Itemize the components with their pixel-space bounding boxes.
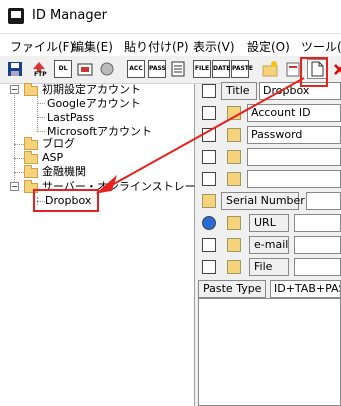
- email-field[interactable]: [294, 236, 341, 254]
- clipboard-icon[interactable]: [227, 128, 241, 142]
- download-label: DL: [58, 65, 68, 72]
- menu-bar: ファイル(F) 編集(E) 貼り付け(P) 表示(V) 設定(O) ツール(T: [0, 34, 341, 56]
- file-field-label: File: [249, 258, 289, 276]
- menu-paste[interactable]: 貼り付け(P): [124, 38, 189, 55]
- tree-node-asp[interactable]: ASP: [42, 151, 63, 165]
- password-label: PASS: [149, 65, 166, 72]
- clipboard-icon[interactable]: [227, 172, 241, 186]
- clipboard-icon[interactable]: [227, 150, 241, 164]
- entry-icon[interactable]: [169, 60, 187, 78]
- window-title: ID Manager: [32, 8, 107, 23]
- paste-type-label: Paste Type: [198, 280, 266, 298]
- account-label: ACC: [129, 65, 143, 72]
- tree-node-initial-accounts[interactable]: 初期設定アカウント: [42, 83, 141, 97]
- download-icon[interactable]: DL: [54, 60, 72, 78]
- paste-button[interactable]: PASTE: [231, 60, 253, 78]
- date-label: DATE: [213, 65, 231, 72]
- email-icon: [202, 238, 216, 252]
- file-field[interactable]: [294, 258, 341, 276]
- title-icon: [202, 84, 216, 98]
- card-icon: [202, 150, 216, 164]
- file-button[interactable]: FILE: [193, 60, 211, 78]
- folder-icon: [24, 165, 38, 178]
- tree-node-lastpass[interactable]: LastPass: [47, 111, 94, 125]
- folder-icon: [24, 83, 38, 96]
- ftp-upload-icon[interactable]: FTP: [30, 60, 48, 78]
- delete-icon[interactable]: [330, 60, 341, 78]
- card-icon: [202, 106, 216, 120]
- tree-line: [37, 103, 45, 104]
- title-field[interactable]: Dropbox: [259, 82, 341, 100]
- date-button[interactable]: DATE: [212, 60, 230, 78]
- globe-icon: [202, 216, 216, 230]
- title-label: Title: [221, 82, 257, 100]
- serial-number-field[interactable]: [306, 192, 341, 210]
- new-item-icon[interactable]: [284, 60, 302, 78]
- menu-view[interactable]: 表示(V): [193, 38, 235, 55]
- annotation-highlight-box: [33, 189, 99, 212]
- menu-file[interactable]: ファイル(F): [10, 38, 74, 55]
- password-field[interactable]: Password: [247, 126, 341, 144]
- menu-tools[interactable]: ツール(T: [301, 38, 341, 55]
- tree-node-finance[interactable]: 金融機関: [42, 165, 86, 179]
- new-entry-icon[interactable]: [307, 59, 327, 79]
- save-data-icon[interactable]: [76, 60, 94, 78]
- account-button[interactable]: ACC: [127, 60, 145, 78]
- save-icon[interactable]: [6, 60, 24, 78]
- collapse-icon[interactable]: −: [10, 182, 19, 191]
- custom-field-2[interactable]: [247, 170, 341, 188]
- menu-settings[interactable]: 設定(O): [247, 38, 290, 55]
- tree-node-google[interactable]: Googleアカウント: [47, 97, 141, 111]
- serial-number-label: Serial Number: [221, 192, 305, 210]
- card-icon: [202, 128, 216, 142]
- notes-textarea[interactable]: [198, 298, 341, 406]
- clipboard-icon[interactable]: [227, 216, 241, 230]
- menu-edit[interactable]: 編集(E): [72, 38, 113, 55]
- tree-line: [37, 131, 45, 132]
- ftp-label: FTP: [34, 71, 47, 78]
- tree-line: [14, 92, 15, 188]
- collapse-icon[interactable]: −: [10, 85, 19, 94]
- card-icon: [202, 172, 216, 186]
- toolbar: FTP DL ACC PASS FILE DATE PASTE: [0, 57, 341, 84]
- title-bar: ID Manager: [0, 0, 341, 34]
- custom-field-1[interactable]: [247, 148, 341, 166]
- folder-icon: [24, 137, 38, 150]
- file-label: FILE: [194, 65, 210, 72]
- app-icon: [8, 8, 24, 24]
- paste-label: PASTE: [232, 65, 254, 72]
- tree-line: [37, 117, 45, 118]
- tree-node-blog[interactable]: ブログ: [42, 137, 75, 151]
- link-icon[interactable]: [98, 60, 116, 78]
- clipboard-icon[interactable]: [202, 194, 216, 208]
- email-label: e-mail: [249, 236, 289, 254]
- account-id-field[interactable]: Account ID: [247, 104, 341, 122]
- tree-line: [37, 96, 38, 132]
- url-label: URL: [249, 214, 289, 232]
- paste-type-select[interactable]: ID+TAB+PAS: [270, 280, 341, 298]
- url-field[interactable]: [294, 214, 341, 232]
- clipboard-icon[interactable]: [227, 106, 241, 120]
- folder-icon: [24, 151, 38, 164]
- clipboard-icon[interactable]: [227, 238, 241, 252]
- file-icon: [202, 260, 216, 274]
- password-button[interactable]: PASS: [148, 60, 166, 78]
- clipboard-icon[interactable]: [227, 260, 241, 274]
- new-folder-icon[interactable]: [261, 60, 279, 78]
